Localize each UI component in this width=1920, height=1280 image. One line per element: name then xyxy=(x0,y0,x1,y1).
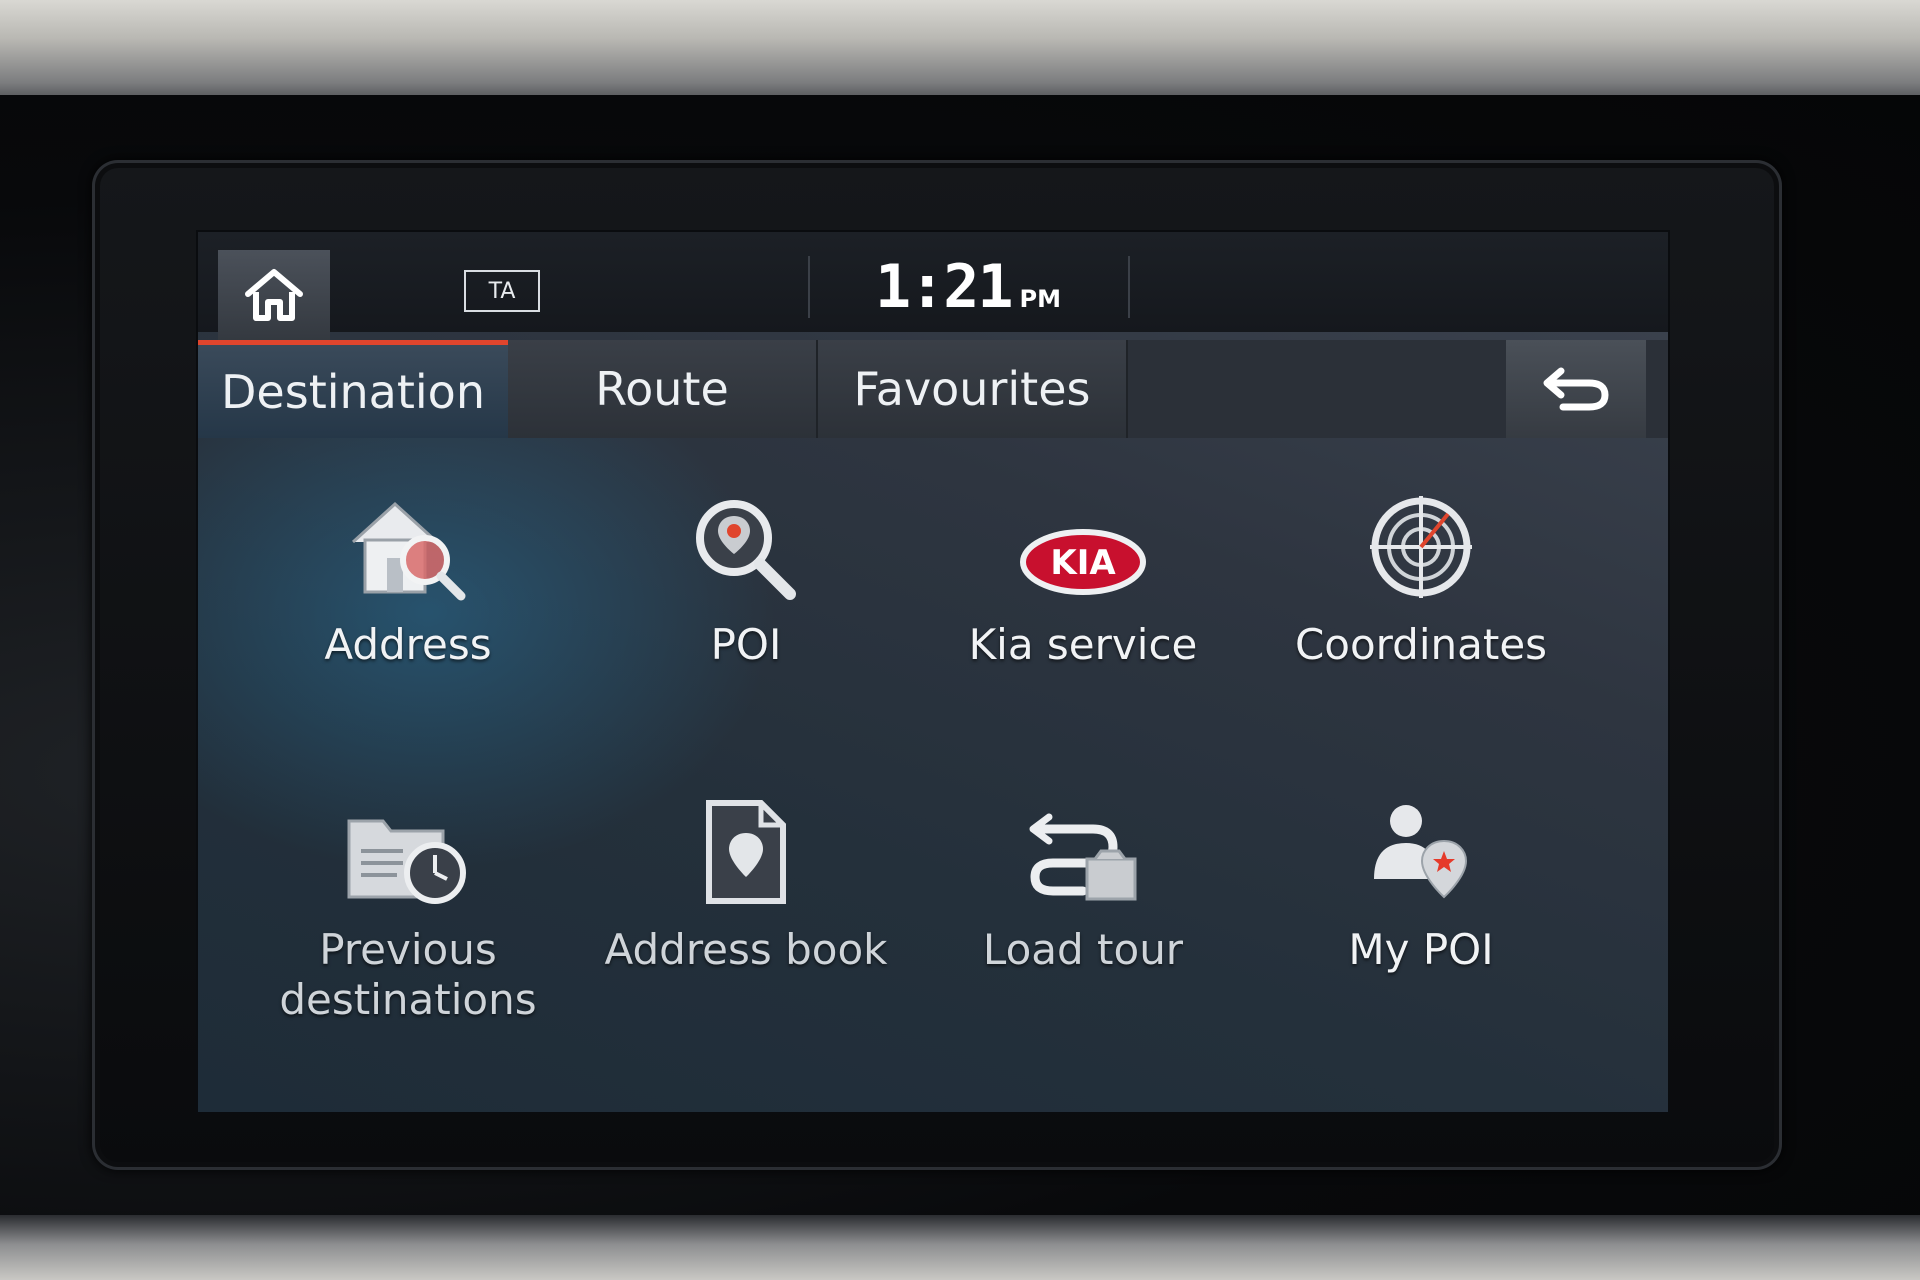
tab-destination[interactable]: Destination xyxy=(198,340,508,438)
menu-item-my-poi[interactable]: My POI xyxy=(1256,787,1586,1037)
menu-item-label: Kia service xyxy=(968,620,1198,669)
home-icon xyxy=(245,269,303,321)
menu-item-label-line2: destinations xyxy=(279,975,537,1024)
menu-item-label: Address book xyxy=(604,925,888,974)
menu-item-label: Load tour xyxy=(982,925,1184,974)
crosshair-globe-icon xyxy=(1370,496,1472,598)
status-divider xyxy=(1128,256,1130,318)
clock-time: 1:21 xyxy=(875,252,1013,322)
menu-item-address[interactable]: Address xyxy=(243,482,573,732)
menu-item-address-book[interactable]: Address book xyxy=(581,787,911,1037)
clock: 1:21 PM xyxy=(848,252,1088,322)
menu-item-label: Previous destinations xyxy=(279,925,536,1025)
dashboard-trim-bottom xyxy=(0,1215,1920,1280)
traffic-announcement-indicator: TA xyxy=(464,270,540,312)
person-pin-icon xyxy=(1374,805,1468,899)
menu-item-load-tour[interactable]: Load tour xyxy=(918,787,1248,1037)
menu-item-label: Address xyxy=(324,620,492,669)
status-divider xyxy=(808,256,810,318)
back-arrow-icon xyxy=(1543,367,1609,411)
house-search-icon xyxy=(351,501,466,601)
tab-favourites[interactable]: Favourites xyxy=(818,340,1128,438)
menu-item-kia-service[interactable]: KIA Kia service xyxy=(918,482,1248,732)
load-tour-icon xyxy=(1029,813,1137,901)
menu-item-label: Coordinates xyxy=(1294,620,1548,669)
menu-item-label-line1: Previous xyxy=(319,925,497,974)
address-book-icon xyxy=(706,800,786,904)
kia-logo-icon: KIA xyxy=(1020,529,1146,595)
menu-item-coordinates[interactable]: Coordinates xyxy=(1256,482,1586,732)
infotainment-screen: TA 1:21 PM Destination Route Favourites xyxy=(196,230,1670,1114)
folder-clock-icon xyxy=(347,819,466,904)
menu-item-previous-destinations[interactable]: Previous destinations xyxy=(243,787,573,1077)
dashboard-trim-top xyxy=(0,0,1920,110)
tab-route[interactable]: Route xyxy=(508,340,818,438)
menu-item-label: My POI xyxy=(1348,925,1494,974)
menu-item-poi[interactable]: POI xyxy=(581,482,911,732)
tab-bar: Destination Route Favourites xyxy=(198,340,1668,438)
back-button[interactable] xyxy=(1506,340,1646,438)
clock-ampm: PM xyxy=(1019,285,1061,313)
home-button[interactable] xyxy=(218,250,330,340)
menu-item-label: POI xyxy=(710,620,782,669)
poi-search-icon xyxy=(696,500,796,600)
svg-text:KIA: KIA xyxy=(1050,543,1116,583)
status-bar: TA 1:21 PM xyxy=(198,232,1668,340)
